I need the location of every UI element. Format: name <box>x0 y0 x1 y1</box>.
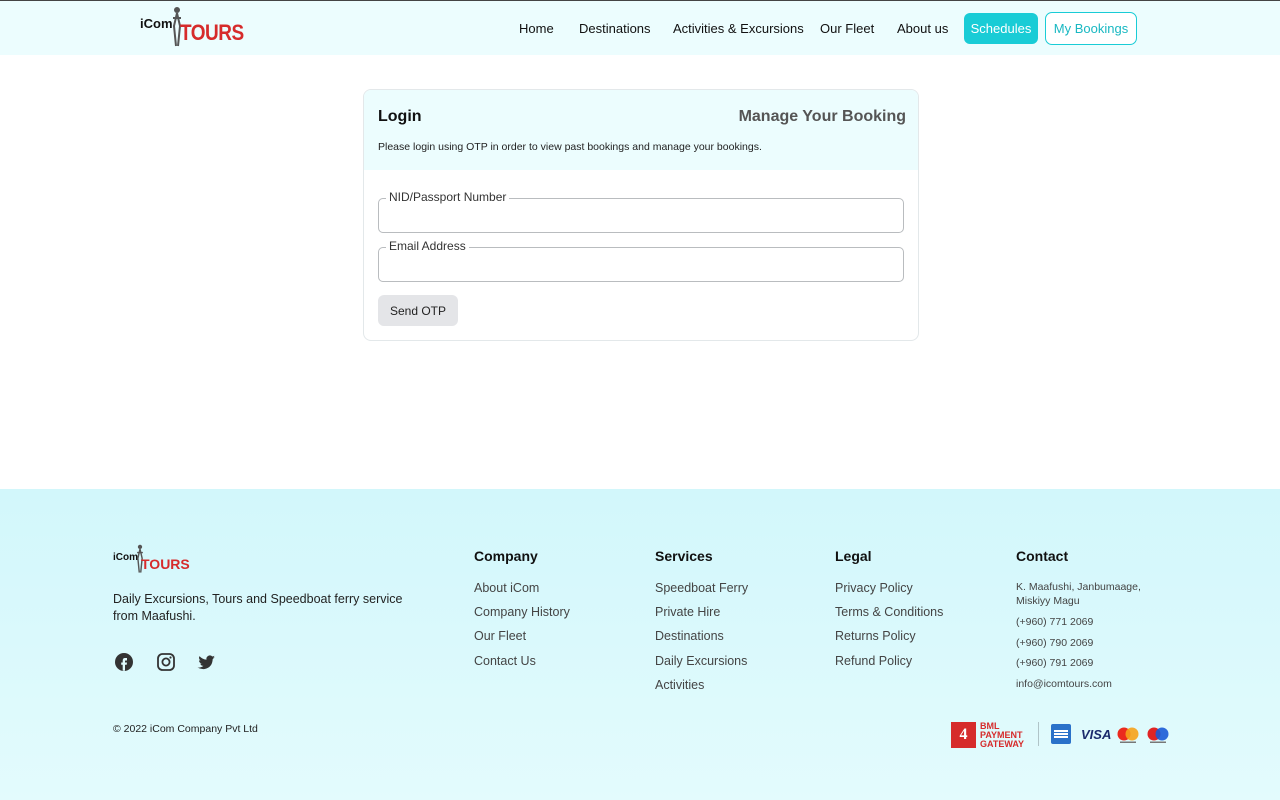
contact-phone[interactable]: (+960) 771 2069 <box>1016 615 1093 629</box>
payment-divider <box>1038 722 1039 746</box>
my-bookings-button[interactable]: My Bookings <box>1045 12 1137 45</box>
footer-link-daily-excursions[interactable]: Daily Excursions <box>655 654 747 668</box>
nav-activities-excursions[interactable]: Activities & Excursions <box>673 21 804 36</box>
footer-logo-tours-text: TOURS <box>141 556 190 572</box>
nav-about-us[interactable]: About us <box>897 21 948 36</box>
footer-link-terms-conditions[interactable]: Terms & Conditions <box>835 605 943 619</box>
nid-passport-field: NID/Passport Number <box>378 190 904 233</box>
login-card: Login Manage Your Booking Please login u… <box>363 89 919 341</box>
footer-logo[interactable]: iCom TOURS <box>113 544 190 576</box>
manage-booking-title: Manage Your Booking <box>738 108 906 125</box>
twitter-icon[interactable] <box>197 652 217 672</box>
footer-link-company-history[interactable]: Company History <box>474 605 570 619</box>
contact-phone[interactable]: (+960) 791 2069 <box>1016 656 1093 670</box>
services-heading: Services <box>655 548 713 564</box>
footer-tagline: Daily Excursions, Tours and Speedboat fe… <box>113 592 403 623</box>
bml-payment-gateway-logo: 4 BML PAYMENT GATEWAY <box>951 721 1029 749</box>
contact-address-line2: Miskiyy Magu <box>1016 595 1080 607</box>
maestro-icon <box>1147 727 1169 743</box>
visa-icon: VISA <box>1081 727 1112 742</box>
email-label: Email Address <box>386 239 469 253</box>
footer-link-private-hire[interactable]: Private Hire <box>655 605 720 619</box>
nid-passport-label: NID/Passport Number <box>386 190 510 204</box>
facebook-icon[interactable] <box>114 652 134 672</box>
footer-link-returns-policy[interactable]: Returns Policy <box>835 629 916 643</box>
footer-link-contact-us[interactable]: Contact Us <box>474 654 536 668</box>
instagram-icon[interactable] <box>156 652 176 672</box>
nav-destinations[interactable]: Destinations <box>579 21 651 36</box>
send-otp-button[interactable]: Send OTP <box>378 295 458 326</box>
amex-icon <box>1051 724 1071 744</box>
login-title: Login <box>378 108 422 125</box>
copyright-text: © 2022 iCom Company Pvt Ltd <box>113 723 258 735</box>
login-card-header: Login Manage Your Booking Please login u… <box>364 90 918 170</box>
site-header: iCom TOURS Home Destinations Activities … <box>0 0 1280 55</box>
mastercard-icon <box>1117 727 1139 743</box>
bml-mark-icon: 4 <box>951 722 976 748</box>
contact-address-line1: K. Maafushi, Janbumaage, <box>1016 581 1141 593</box>
nav-home[interactable]: Home <box>519 21 554 36</box>
contact-phone[interactable]: (+960) 790 2069 <box>1016 636 1093 650</box>
footer-link-activities[interactable]: Activities <box>655 678 704 692</box>
legal-heading: Legal <box>835 548 872 564</box>
nav-our-fleet[interactable]: Our Fleet <box>820 21 874 36</box>
site-footer: iCom TOURS Daily Excursions, Tours and S… <box>0 489 1280 800</box>
schedules-button[interactable]: Schedules <box>964 13 1038 44</box>
site-logo[interactable]: iCom TOURS <box>140 6 244 50</box>
bml-text: BML PAYMENT GATEWAY <box>980 721 1025 749</box>
footer-link-our-fleet[interactable]: Our Fleet <box>474 629 526 643</box>
email-field: Email Address <box>378 239 904 282</box>
contact-heading: Contact <box>1016 548 1069 564</box>
logo-tours-text: TOURS <box>180 21 244 46</box>
company-heading: Company <box>474 548 538 564</box>
contact-email[interactable]: info@icomtours.com <box>1016 677 1112 691</box>
logo-icom-text: iCom <box>140 16 173 31</box>
footer-link-privacy-policy[interactable]: Privacy Policy <box>835 581 913 595</box>
footer-link-speedboat-ferry[interactable]: Speedboat Ferry <box>655 581 748 595</box>
login-description: Please login using OTP in order to view … <box>378 141 762 153</box>
footer-link-about-icom[interactable]: About iCom <box>474 581 539 595</box>
footer-link-refund-policy[interactable]: Refund Policy <box>835 654 912 668</box>
footer-link-destinations[interactable]: Destinations <box>655 629 724 643</box>
